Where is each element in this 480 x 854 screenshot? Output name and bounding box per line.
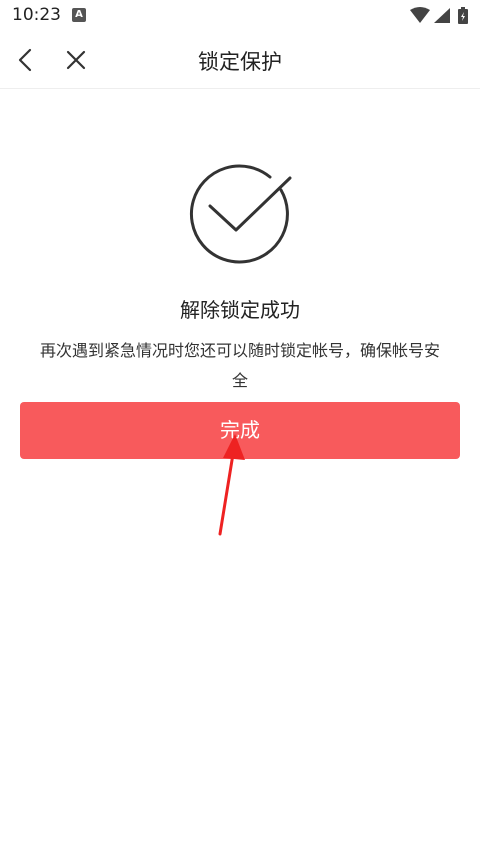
status-bar: 10:23 A (0, 0, 480, 32)
page-title: 锁定保护 (198, 50, 282, 74)
notification-a-icon: A (72, 8, 86, 22)
status-time: 10:23 (12, 5, 61, 25)
status-icons (408, 6, 472, 26)
annotation-arrow-icon (218, 434, 245, 536)
nav-bar: 锁定保护 (0, 32, 480, 89)
check-circle-icon (186, 156, 294, 264)
signal-icon (434, 8, 450, 23)
wifi-icon (410, 7, 430, 23)
result-title: 解除锁定成功 (180, 298, 300, 322)
battery-icon (458, 7, 468, 24)
result-description: 再次遇到紧急情况时您还可以随时锁定帐号，确保帐号安全 (39, 341, 440, 390)
